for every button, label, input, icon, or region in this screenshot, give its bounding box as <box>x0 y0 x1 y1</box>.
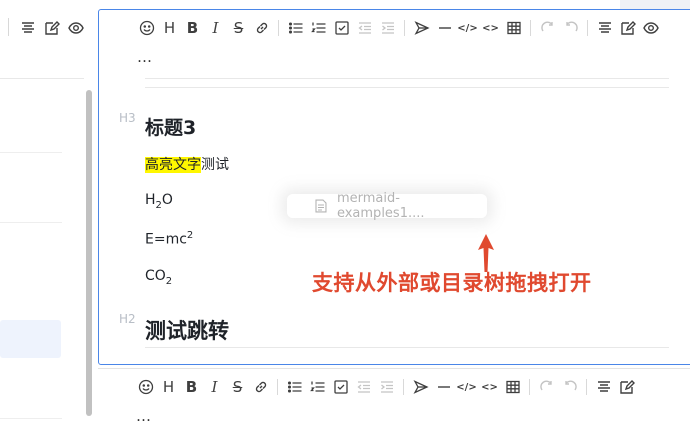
heading-level-marker: H2 <box>119 312 136 326</box>
table-icon[interactable] <box>502 18 525 38</box>
redo-icon[interactable] <box>558 377 581 397</box>
highlight-paragraph: 高亮文字测试 <box>145 154 229 174</box>
formula-text: H <box>145 192 156 208</box>
checklist-icon[interactable] <box>330 18 353 38</box>
link-icon[interactable] <box>250 18 273 38</box>
formula-h2o: H2O <box>145 192 173 211</box>
strikethrough-button[interactable]: S <box>226 377 249 397</box>
annotation-caption: 支持从外部或目录树拖拽打开 <box>312 271 592 295</box>
ordered-list-icon[interactable] <box>306 377 329 397</box>
code-block-button[interactable]: </> <box>456 18 479 38</box>
bullet-list-icon[interactable] <box>284 18 307 38</box>
italic-button[interactable]: I <box>203 377 226 397</box>
toolbar-separator <box>404 20 405 36</box>
inline-code-button[interactable]: <> <box>479 18 502 38</box>
indent-icon[interactable] <box>376 18 399 38</box>
edit-icon[interactable] <box>616 18 639 38</box>
toolbar-separator <box>587 20 588 36</box>
divider <box>0 78 84 79</box>
superscript: 2 <box>186 230 194 241</box>
ordered-list-icon[interactable] <box>307 18 330 38</box>
bold-button[interactable]: B <box>180 377 203 397</box>
horizontal-rule-icon[interactable] <box>432 377 455 397</box>
align-icon[interactable] <box>592 377 615 397</box>
dragged-file-name: mermaid-examples1.... <box>336 191 425 221</box>
tree-item-selected[interactable] <box>0 320 61 358</box>
scrollbar-thumb[interactable] <box>86 90 92 416</box>
file-icon <box>315 199 327 213</box>
table-icon[interactable] <box>501 377 524 397</box>
emoji-icon[interactable] <box>134 377 157 397</box>
heading-level-marker: H3 <box>119 111 136 125</box>
formula-co2: CO2 <box>145 268 172 287</box>
toolbar-separator <box>277 379 278 395</box>
edit-icon[interactable] <box>44 20 60 40</box>
quote-icon[interactable] <box>409 377 432 397</box>
bullet-list-icon[interactable] <box>283 377 306 397</box>
more-toolbar-button[interactable]: … <box>136 407 152 425</box>
heading-underline <box>145 347 669 348</box>
editor-toolbar: H B I S </> <> <box>134 377 638 397</box>
formula-emc2: E=mc2 <box>145 230 193 248</box>
more-toolbar-button[interactable]: … <box>137 48 153 66</box>
heading-button[interactable]: H <box>158 18 181 38</box>
heading-3: 标题3 <box>145 117 197 139</box>
editor-toolbar: H B I S </> <> <box>135 18 662 38</box>
tree-row-divider <box>0 222 62 223</box>
heading-button[interactable]: H <box>157 377 180 397</box>
undo-icon[interactable] <box>536 18 559 38</box>
emoji-icon[interactable] <box>135 18 158 38</box>
edit-icon[interactable] <box>615 377 638 397</box>
link-icon[interactable] <box>249 377 272 397</box>
preview-eye-icon[interactable] <box>639 18 662 38</box>
align-icon[interactable] <box>20 20 36 40</box>
toolbar-divider <box>145 78 669 79</box>
subscript: 2 <box>165 275 173 287</box>
highlighted-text: 高亮文字 <box>145 157 201 173</box>
align-icon[interactable] <box>593 18 616 38</box>
toolbar-separator <box>403 379 404 395</box>
toolbar-separator <box>586 379 587 395</box>
undo-icon[interactable] <box>535 377 558 397</box>
file-tree-panel <box>0 0 97 426</box>
toolbar-divider <box>145 87 669 88</box>
markdown-editor[interactable]: H B I S </> <> … <box>98 368 690 426</box>
heading-2: 测试跳转 <box>145 319 229 343</box>
horizontal-rule-icon[interactable] <box>433 18 456 38</box>
outdent-icon[interactable] <box>353 18 376 38</box>
tree-row-divider <box>0 152 62 153</box>
toolbar-separator <box>278 20 279 36</box>
code-block-button[interactable]: </> <box>455 377 478 397</box>
toolbar-separator <box>529 379 530 395</box>
indent-icon[interactable] <box>375 377 398 397</box>
quote-icon[interactable] <box>410 18 433 38</box>
inline-code-button[interactable]: <> <box>478 377 501 397</box>
markdown-editor-focused[interactable]: H B I S </> <> … H3 标题3 高亮文字测试 H2O E=mc2… <box>98 9 690 365</box>
redo-icon[interactable] <box>559 18 582 38</box>
strikethrough-button[interactable]: S <box>227 18 250 38</box>
toolbar-separator <box>530 20 531 36</box>
italic-button[interactable]: I <box>204 18 227 38</box>
bold-button[interactable]: B <box>181 18 204 38</box>
tree-row-divider <box>0 418 62 419</box>
preview-eye-icon[interactable] <box>68 20 84 40</box>
toolbar-divider <box>8 18 9 36</box>
formula-text: CO <box>145 268 166 284</box>
formula-text: E=mc <box>145 231 187 248</box>
outdent-icon[interactable] <box>352 377 375 397</box>
left-toolbar <box>0 0 97 46</box>
checklist-icon[interactable] <box>329 377 352 397</box>
formula-text: O <box>161 192 173 208</box>
dragged-file-chip[interactable]: mermaid-examples1.... <box>287 191 487 221</box>
paragraph-text: 测试 <box>201 157 229 173</box>
